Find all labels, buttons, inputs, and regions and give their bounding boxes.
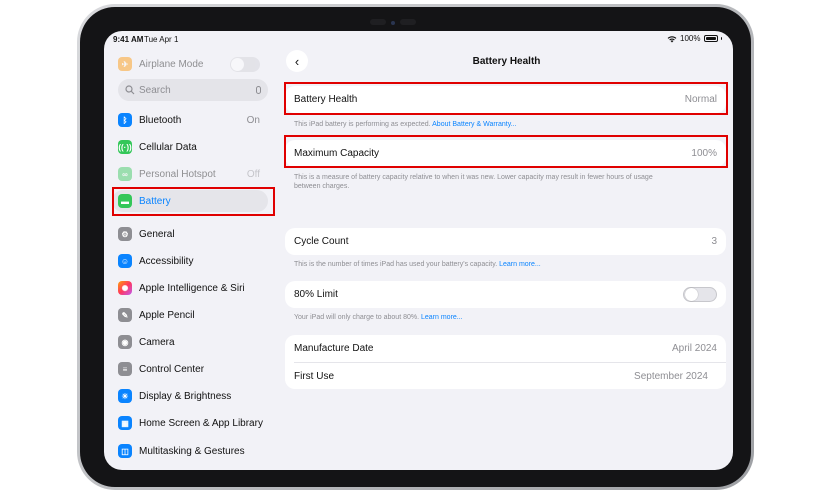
sensor-left [370, 19, 386, 25]
sensor-right [400, 19, 416, 25]
sidebar-item-display-brightness[interactable]: ☀ Display & Brightness [118, 385, 264, 407]
sidebar-item-bluetooth[interactable]: ᛒ Bluetooth On [118, 109, 264, 131]
first-use-row: First Use September 2024 [294, 362, 726, 389]
airplane-icon: ✈ [118, 57, 132, 71]
search-input[interactable]: Search [118, 79, 268, 101]
sidebar-item-value: Off [246, 168, 260, 180]
dates-card: Manufacture Date April 2024 First Use Se… [285, 335, 726, 389]
screen: 9:41 AM Tue Apr 1 100% ✈ Airplane Mode S… [104, 31, 733, 470]
battery-percent: 100% [680, 34, 701, 43]
highlight-battery-health [284, 82, 728, 115]
row-value: April 2024 [671, 343, 717, 354]
search-icon [125, 85, 135, 95]
limit-row: 80% Limit [285, 281, 726, 308]
multitasking-icon: ◫ [118, 444, 132, 458]
status-battery-icon [703, 35, 718, 42]
cycle-count-note: This is the number of times iPad has use… [294, 260, 714, 269]
row-label: Cycle Count [294, 236, 349, 247]
airplane-toggle[interactable] [230, 56, 260, 72]
sidebar-item-value: On [246, 114, 260, 126]
sidebar-item-apple-intelligence[interactable]: ✺ Apple Intelligence & Siri [118, 277, 264, 299]
row-label: First Use [294, 370, 334, 382]
sidebar-item-label: Bluetooth [139, 114, 182, 126]
pencil-icon: ✎ [118, 308, 132, 322]
bluetooth-icon: ᛒ [118, 113, 132, 127]
maximum-capacity-note: This is a measure of battery capacity re… [294, 174, 653, 190]
sidebar-item-personal-hotspot[interactable]: ∞ Personal Hotspot Off [118, 163, 264, 185]
status-time: 9:41 AM [113, 35, 144, 44]
sidebar-item-cellular-data[interactable]: ((·)) Cellular Data [118, 136, 264, 158]
sidebar-item-label: Multitasking & Gestures [139, 445, 245, 457]
sidebar-item-label: Display & Brightness [139, 390, 232, 402]
gear-icon: ⚙ [118, 227, 132, 241]
row-label: 80% Limit [294, 289, 338, 300]
hotspot-icon: ∞ [118, 167, 132, 181]
sidebar-item-label: Personal Hotspot [139, 168, 216, 180]
accessibility-icon: ☺ [118, 254, 132, 268]
limit-note: Your iPad will only charge to about 80%.… [294, 313, 714, 322]
front-camera [391, 21, 395, 25]
home-screen-icon: ▦ [118, 416, 132, 430]
sidebar-item-accessibility[interactable]: ☺ Accessibility [118, 250, 264, 272]
page-title: Battery Health [472, 56, 541, 67]
sidebar-item-home-screen[interactable]: ▦ Home Screen & App Library [118, 412, 264, 434]
status-bar: 9:41 AM Tue Apr 1 100% [104, 31, 733, 49]
search-placeholder: Search [139, 84, 171, 96]
sidebar-item-label: Camera [139, 336, 175, 348]
status-date: Tue Apr 1 [144, 35, 179, 44]
sidebar-item-camera[interactable]: ◉ Camera [118, 331, 264, 353]
sidebar-item-label: Airplane Mode [139, 58, 204, 70]
limit-card: 80% Limit [285, 281, 726, 308]
sidebar-item-airplane-mode[interactable]: ✈ Airplane Mode [118, 53, 264, 75]
antenna-icon: ((·)) [118, 140, 132, 154]
row-value: September 2024 [634, 370, 708, 382]
sidebar-item-label: Home Screen & App Library [139, 417, 263, 429]
sun-icon: ☀ [118, 389, 132, 403]
cycle-count-row: Cycle Count 3 [285, 228, 726, 255]
row-label: Manufacture Date [294, 343, 374, 354]
sidebar-item-general[interactable]: ⚙ General [118, 223, 264, 245]
cycle-count-card: Cycle Count 3 [285, 228, 726, 255]
sidebar-item-control-center[interactable]: ≡ Control Center [118, 358, 264, 380]
control-center-icon: ≡ [118, 362, 132, 376]
sidebar-item-label: Apple Intelligence & Siri [139, 282, 245, 294]
limit-toggle[interactable] [683, 287, 717, 302]
camera-icon: ◉ [118, 335, 132, 349]
sidebar-item-label: Control Center [139, 363, 205, 375]
learn-more-link[interactable]: Learn more... [421, 314, 463, 321]
sidebar-item-label: Accessibility [139, 255, 194, 267]
note-text: Your iPad will only charge to about 80%. [294, 314, 420, 321]
manufacture-date-row: Manufacture Date April 2024 [285, 335, 726, 362]
sidebar-item-label: Apple Pencil [139, 309, 195, 321]
ipad-bezel: 9:41 AM Tue Apr 1 100% ✈ Airplane Mode S… [80, 7, 751, 487]
siri-icon: ✺ [118, 281, 132, 295]
ipad-frame: 9:41 AM Tue Apr 1 100% ✈ Airplane Mode S… [77, 4, 754, 490]
note-text: This iPad battery is performing as expec… [294, 121, 431, 128]
note-text: This is the number of times iPad has use… [294, 261, 498, 268]
learn-more-link[interactable]: Learn more... [499, 261, 541, 268]
sidebar: ✈ Airplane Mode Search ᛒ Bluetooth On ((… [108, 49, 275, 466]
sidebar-item-label: Cellular Data [139, 141, 197, 153]
status-battery-tip [720, 37, 722, 40]
wifi-icon [667, 35, 677, 42]
microphone-icon[interactable] [256, 86, 261, 94]
highlight-battery [112, 187, 275, 216]
about-warranty-link[interactable]: About Battery & Warranty... [432, 121, 516, 128]
main-panel: ‹ Battery Health Battery Health Normal T… [280, 49, 733, 470]
highlight-maximum-capacity [284, 135, 728, 168]
status-right: 100% [667, 34, 722, 43]
battery-health-note: This iPad battery is performing as expec… [294, 120, 714, 129]
sidebar-item-label: General [139, 228, 175, 240]
row-value: 3 [711, 236, 717, 247]
sidebar-item-apple-pencil[interactable]: ✎ Apple Pencil [118, 304, 264, 326]
sidebar-item-multitasking[interactable]: ◫ Multitasking & Gestures [118, 440, 264, 462]
